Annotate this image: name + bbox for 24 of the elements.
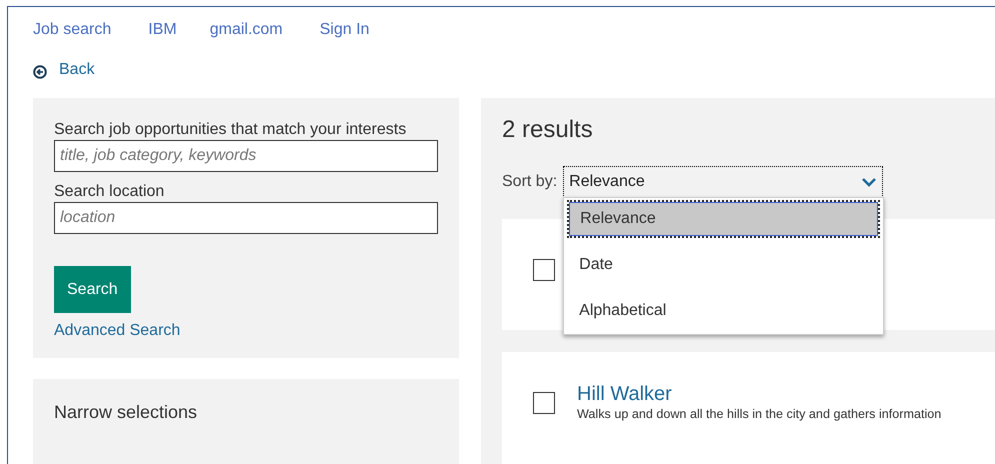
nav-link[interactable]: Sign In bbox=[320, 18, 370, 42]
back-link[interactable]: Back bbox=[59, 58, 95, 82]
sort-dropdown[interactable]: Relevance bbox=[563, 166, 884, 198]
nav-link[interactable]: Job search bbox=[33, 18, 112, 42]
back-icon[interactable] bbox=[33, 64, 47, 78]
sort-label: Sort by: bbox=[502, 172, 558, 192]
field-label: Search job opportunities that match your interests bbox=[54, 120, 408, 140]
nav-link[interactable]: gmail.com bbox=[210, 18, 283, 42]
dropdown-option[interactable]: Relevance bbox=[569, 202, 878, 236]
location-field[interactable]: location bbox=[54, 202, 438, 234]
checkbox[interactable] bbox=[533, 392, 555, 414]
job-title-link[interactable]: Hill Walker bbox=[577, 383, 942, 405]
section-title: Narrow selections bbox=[54, 401, 198, 424]
keyword-field[interactable]: title, job category, keywords bbox=[54, 140, 438, 172]
field-label: Search location bbox=[54, 182, 166, 202]
advanced-search-link[interactable]: Advanced Search bbox=[54, 319, 180, 343]
results-count: 2 results bbox=[502, 116, 594, 144]
chevron-down-icon bbox=[861, 177, 878, 187]
checkbox[interactable] bbox=[533, 259, 555, 281]
dropdown-option[interactable]: Date bbox=[569, 248, 878, 282]
dropdown-option[interactable]: Alphabetical bbox=[569, 294, 878, 328]
nav-link[interactable]: IBM bbox=[148, 18, 177, 42]
job-description: Walks up and down all the hills in the city and gathers information bbox=[577, 406, 942, 423]
search-button[interactable]: Search bbox=[54, 266, 131, 313]
